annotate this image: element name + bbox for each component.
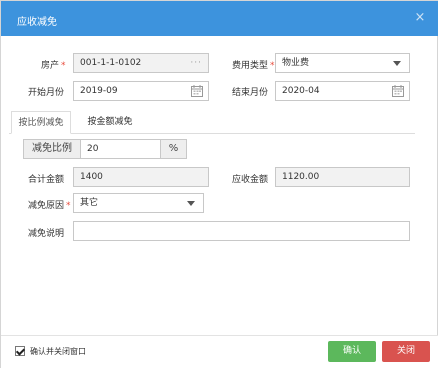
note-label: 减免说明 [28, 229, 65, 239]
ratio-unit: % [160, 139, 187, 159]
end-month-value: 2020-04 [282, 86, 320, 96]
confirm-button[interactable]: 确认 [328, 341, 376, 362]
reason-label: 减免原因 * [28, 198, 71, 211]
reason-select[interactable]: 其它 [73, 193, 204, 213]
total-amount-field: 1400 [73, 167, 209, 187]
dialog-titlebar: 应收减免 × [1, 1, 438, 36]
end-month-field[interactable]: 2020-04 [275, 81, 410, 101]
property-field[interactable]: 001-1-1-0102 ··· [73, 53, 209, 73]
tab-by-ratio[interactable]: 按比例减免 [11, 111, 71, 134]
reason-label-text: 减免原因 [28, 201, 65, 211]
ratio-addon-label: 减免比例 [23, 139, 81, 159]
reason-value: 其它 [80, 198, 99, 208]
tab-by-amount[interactable]: 按金额减免 [79, 111, 141, 134]
note-input[interactable] [73, 221, 410, 241]
more-icon[interactable]: ··· [190, 54, 202, 72]
reduction-dialog: 应收减免 × 房产 * 001-1-1-0102 ··· 费用类型 * 物业费 开始… [0, 0, 438, 368]
ratio-input[interactable]: 20 [80, 139, 161, 159]
fee-type-select[interactable]: 物业费 [275, 53, 410, 73]
fee-type-label-text: 费用类型 [232, 61, 269, 71]
start-month-label: 开始月份 [28, 88, 65, 98]
calendar-icon[interactable] [191, 85, 203, 97]
property-label-text: 房产 [41, 61, 60, 71]
required-marker: * [61, 61, 66, 71]
fee-type-label: 费用类型 * [232, 58, 275, 71]
receivable-amount-label: 应收金额 [232, 175, 269, 185]
dialog-title: 应收减免 [17, 17, 57, 28]
property-label: 房产 * [41, 58, 66, 71]
chevron-down-icon [187, 201, 195, 206]
close-button[interactable]: 关闭 [382, 341, 430, 362]
total-amount-label: 合计金额 [28, 175, 65, 185]
start-month-value: 2019-09 [80, 86, 118, 96]
confirm-close-checkbox[interactable] [15, 346, 25, 356]
close-icon[interactable]: × [413, 11, 427, 25]
start-month-field[interactable]: 2019-09 [73, 81, 209, 101]
confirm-close-label: 确认并关闭窗口 [30, 347, 86, 356]
property-value: 001-1-1-0102 [80, 58, 142, 68]
required-marker: * [270, 61, 275, 71]
fee-type-value: 物业费 [282, 58, 310, 68]
required-marker: * [66, 201, 71, 211]
calendar-icon[interactable] [392, 85, 404, 97]
end-month-label: 结束月份 [232, 88, 269, 98]
chevron-down-icon [393, 61, 401, 66]
receivable-amount-field: 1120.00 [275, 167, 410, 187]
